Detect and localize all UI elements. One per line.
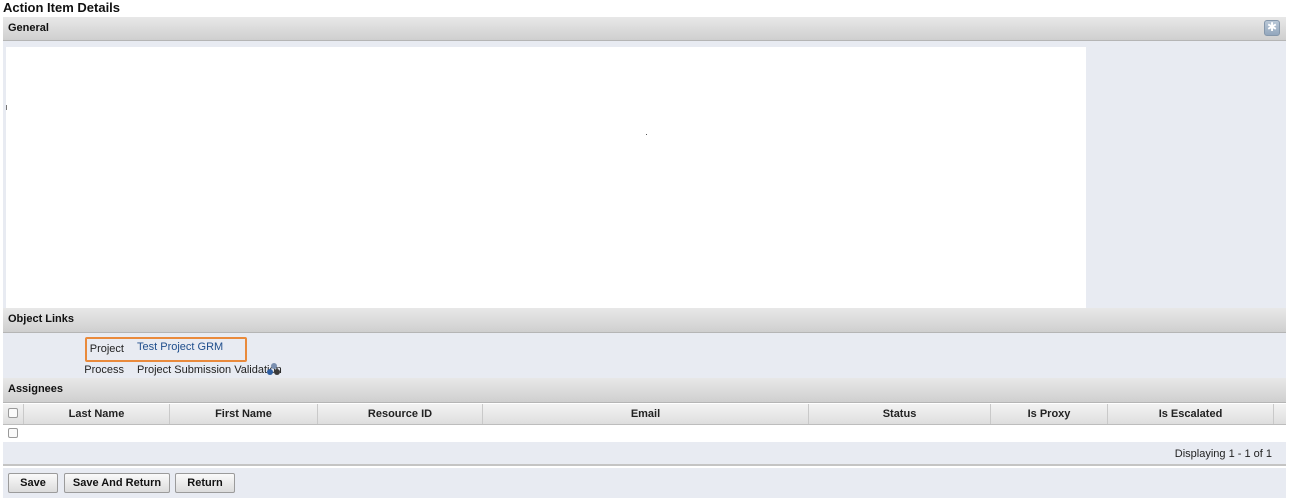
process-label: Process — [84, 364, 124, 376]
project-label: Project — [89, 343, 124, 355]
collapse-icon[interactable]: ✱ — [1264, 20, 1280, 36]
column-header-is-proxy[interactable]: Is Proxy — [991, 404, 1108, 424]
column-header-resource-id[interactable]: Resource ID — [318, 404, 483, 424]
column-header-last-name[interactable]: Last Name — [24, 404, 170, 424]
table-row[interactable] — [3, 425, 1286, 442]
column-header-status[interactable]: Status — [809, 404, 991, 424]
action-button-bar: Save Save And Return Return — [3, 468, 1286, 498]
save-button[interactable]: Save — [8, 473, 58, 493]
marker-tick — [6, 105, 9, 110]
object-link-row-process: Process Project Submission Validation — [3, 361, 303, 379]
grid-paging-footer: Displaying 1 - 1 of 1 — [3, 442, 1286, 466]
project-link[interactable]: Test Project GRM — [137, 338, 223, 356]
general-section-header[interactable]: General ✱ — [3, 17, 1286, 41]
column-header-is-escalated[interactable]: Is Escalated — [1108, 404, 1274, 424]
assignees-grid-header: Last Name First Name Resource ID Email S… — [3, 404, 1286, 425]
process-value[interactable]: Project Submission Validation — [137, 361, 282, 379]
marker-dot — [646, 134, 647, 135]
object-links-title: Object Links — [8, 313, 75, 325]
object-links-header[interactable]: Object Links — [3, 308, 1286, 333]
assignees-title: Assignees — [8, 383, 64, 395]
object-links-body: Project Test Project GRM Process Project… — [3, 333, 1286, 378]
select-all-cell — [3, 404, 24, 424]
paging-status: Displaying 1 - 1 of 1 — [1174, 448, 1272, 460]
process-link-icon[interactable] — [267, 363, 281, 377]
general-content-area — [6, 47, 1086, 308]
column-header-email[interactable]: Email — [483, 404, 809, 424]
general-section-title: General — [8, 22, 49, 34]
page-title: Action Item Details — [3, 0, 121, 15]
column-header-first-name[interactable]: First Name — [170, 404, 318, 424]
select-all-checkbox[interactable] — [8, 408, 18, 418]
general-section-body — [3, 41, 1286, 308]
return-button[interactable]: Return — [175, 473, 235, 493]
save-and-return-button[interactable]: Save And Return — [64, 473, 170, 493]
row-checkbox[interactable] — [8, 428, 18, 438]
assignees-header[interactable]: Assignees — [3, 378, 1286, 403]
